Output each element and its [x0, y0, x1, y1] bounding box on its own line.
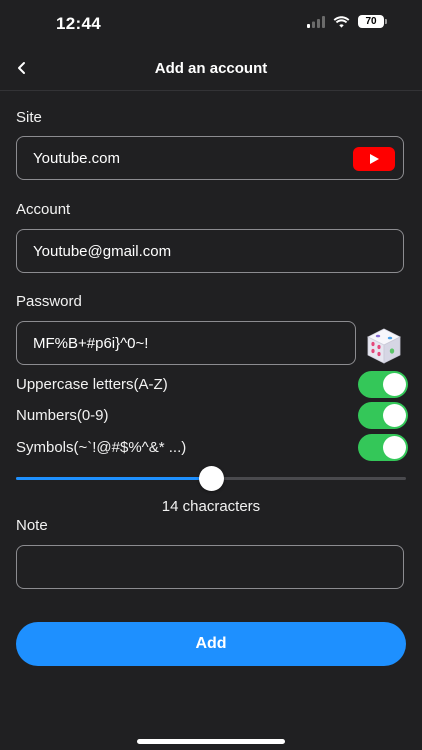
- numbers-toggle[interactable]: [358, 402, 408, 429]
- uppercase-option-label: Uppercase letters(A-Z): [16, 376, 168, 393]
- character-count: 14 chacracters: [161, 498, 261, 515]
- status-icons: 70: [307, 15, 387, 28]
- page-title: Add an account: [154, 60, 268, 77]
- toggle-knob: [383, 436, 406, 459]
- uppercase-toggle[interactable]: [358, 371, 408, 398]
- password-value: MF%B+#p6i}^0~!: [33, 335, 149, 352]
- youtube-icon: [353, 147, 395, 171]
- password-label: Password: [16, 293, 82, 310]
- site-label: Site: [16, 109, 42, 126]
- length-slider[interactable]: [16, 466, 406, 491]
- toggle-knob: [383, 373, 406, 396]
- battery-indicator: 70: [358, 15, 387, 28]
- account-value: Youtube@gmail.com: [33, 243, 172, 260]
- site-field[interactable]: Youtube.com: [16, 136, 404, 180]
- site-value: Youtube.com: [33, 150, 121, 167]
- symbols-toggle[interactable]: [358, 434, 408, 461]
- status-time: 12:44: [56, 14, 101, 33]
- nav-bar: Add an account: [0, 46, 422, 91]
- add-button[interactable]: Add: [16, 622, 406, 666]
- slider-fill: [16, 477, 211, 480]
- note-label: Note: [16, 517, 48, 534]
- status-bar: 12:44 70: [0, 0, 422, 46]
- account-field[interactable]: Youtube@gmail.com: [16, 229, 404, 273]
- home-indicator: [137, 739, 285, 744]
- toggle-knob: [383, 404, 406, 427]
- cellular-signal-icon: [307, 15, 325, 28]
- wifi-icon: [333, 15, 350, 28]
- symbols-option-label: Symbols(~`!@#$%^&* ...): [16, 439, 187, 456]
- account-label: Account: [16, 201, 71, 218]
- password-field[interactable]: MF%B+#p6i}^0~!: [16, 321, 356, 365]
- numbers-option-label: Numbers(0-9): [16, 407, 109, 424]
- dice-icon[interactable]: [364, 326, 404, 366]
- slider-thumb[interactable]: [199, 466, 224, 491]
- note-field[interactable]: [16, 545, 404, 589]
